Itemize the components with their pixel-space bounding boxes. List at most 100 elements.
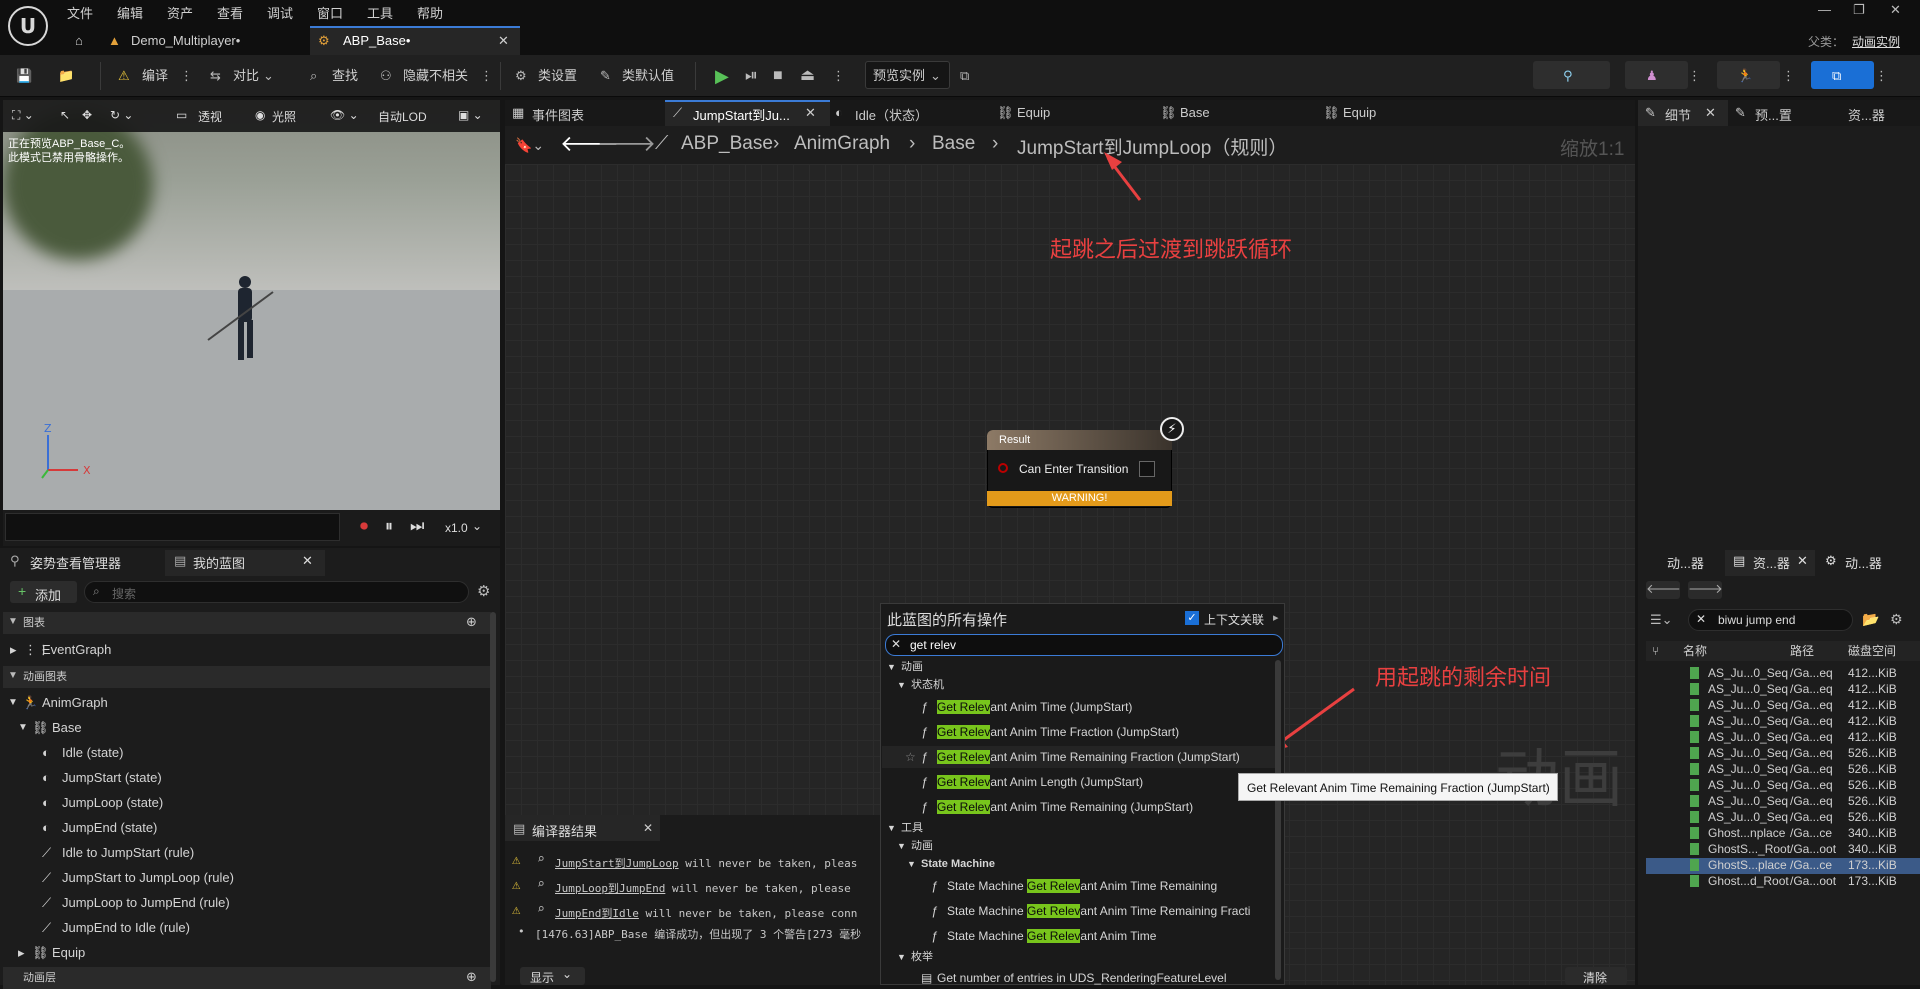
scrollbar[interactable] xyxy=(490,612,496,982)
caret-down-icon[interactable]: ▼ xyxy=(897,947,906,967)
folder-icon[interactable]: 📂 xyxy=(1862,611,1879,628)
chevron-down-icon[interactable]: ⌄ xyxy=(263,65,274,87)
clear-search-icon[interactable]: ✕ xyxy=(891,637,901,651)
maximize-icon[interactable]: ❐ xyxy=(1853,2,1865,18)
menu-assets[interactable]: 资产 xyxy=(167,3,193,22)
breadcrumb-item[interactable]: ABP_Base xyxy=(681,133,773,155)
minimize-icon[interactable]: — xyxy=(1818,2,1831,17)
caret-down-icon[interactable]: ▼ xyxy=(897,675,906,695)
context-sensitive-checkbox[interactable]: ✓ xyxy=(1185,611,1199,625)
class-settings-button[interactable]: 类设置 xyxy=(538,65,577,87)
hide-unrelated-button[interactable]: 隐藏不相关 xyxy=(403,65,468,87)
caret-right-icon[interactable]: ▸ xyxy=(18,943,25,963)
step-forward-icon[interactable]: ⏭ xyxy=(410,518,424,536)
tab-abp-base[interactable]: ABP_Base• xyxy=(343,26,410,55)
action-item[interactable]: State Machine Get Relevant Anim Time xyxy=(947,926,1272,946)
class-defaults-button[interactable]: 类默认值 xyxy=(622,65,674,87)
find-button[interactable]: 查找 xyxy=(332,65,358,87)
select-mode-icon[interactable]: ⛶ ⌄ xyxy=(12,108,34,123)
tab-event-graph[interactable]: 事件图表 xyxy=(532,105,584,124)
asset-row[interactable]: AS_Ju...0_Seq/Ga...eq 412...KiB xyxy=(1646,713,1920,729)
source-icon[interactable]: ⑂ xyxy=(1652,643,1659,659)
action-item[interactable]: Get number of entries in UDS_RenderingFe… xyxy=(937,968,1227,988)
menu-debug[interactable]: 调试 xyxy=(267,3,293,22)
camera-icon[interactable]: ▣ ⌄ xyxy=(458,108,483,122)
category-tools[interactable]: 工具 xyxy=(901,818,923,838)
tab-jumpstart-rule[interactable]: JumpStart到Ju... xyxy=(693,105,790,124)
category-enum[interactable]: 枚举 xyxy=(911,947,933,967)
asset-row[interactable]: AS_Ju...0_Seq/Ga...eq 526...KiB xyxy=(1646,793,1920,809)
search-input[interactable] xyxy=(84,581,469,603)
stop-icon[interactable]: ■ xyxy=(773,65,783,87)
record-icon[interactable]: ⏺ xyxy=(360,518,368,536)
breadcrumb-item[interactable]: AnimGraph xyxy=(794,133,890,155)
asset-row[interactable]: AS_Ju...0_Seq/Ga...eq 526...KiB xyxy=(1646,809,1920,825)
play-icon[interactable]: ▶ xyxy=(715,65,729,87)
tree-state[interactable]: JumpEnd (state) xyxy=(62,818,157,838)
asset-row[interactable]: GhostS..._Root/Ga...oot 340...KiB xyxy=(1646,841,1920,857)
home-icon[interactable]: ⌂ xyxy=(75,26,83,55)
asset-row[interactable]: Ghost...d_Root/Ga...oot 173...KiB xyxy=(1646,873,1920,889)
tree-state[interactable]: JumpLoop (state) xyxy=(62,793,163,813)
lod-button[interactable]: 自动LOD xyxy=(378,108,427,125)
column-name[interactable]: 名称 xyxy=(1683,643,1707,659)
filter-icon[interactable]: ☰⌄ xyxy=(1650,612,1673,628)
compile-icon[interactable]: ⚠ xyxy=(118,65,130,87)
compile-button[interactable]: 编译 xyxy=(142,65,168,87)
column-path[interactable]: 路径 xyxy=(1790,643,1814,659)
eject-icon[interactable]: ⏏ xyxy=(800,65,815,87)
section-anim-graphs[interactable]: 动画图表 xyxy=(3,666,491,688)
add-graph-icon[interactable]: ⊕ xyxy=(466,614,477,630)
action-item[interactable]: State Machine Get Relevant Anim Time Rem… xyxy=(947,901,1272,921)
action-item[interactable]: Get Relevant Anim Time Fraction (JumpSta… xyxy=(937,722,1179,742)
tree-eventgraph[interactable]: EventGraph xyxy=(42,640,111,660)
asset-row[interactable]: AS_Ju...0_Seq/Ga...eq 526...KiB xyxy=(1646,761,1920,777)
debug-object-icon[interactable]: ⧉ xyxy=(960,65,969,87)
tab-anim[interactable]: 动...器 xyxy=(1667,553,1704,572)
menu-file[interactable]: 文件 xyxy=(67,3,93,22)
diff-button[interactable]: 对比 xyxy=(233,65,259,87)
tree-base[interactable]: Base xyxy=(52,718,82,738)
close-tab-icon[interactable]: ✕ xyxy=(302,553,313,569)
menu-help[interactable]: 帮助 xyxy=(417,3,443,22)
asset-row[interactable]: AS_Ju...0_Seq/Ga...eq 412...KiB xyxy=(1646,665,1920,681)
forward-arrow-icon[interactable]: 🡒 xyxy=(597,131,656,157)
menu-window[interactable]: 窗口 xyxy=(317,3,343,22)
more-icon[interactable]: ⋮ xyxy=(480,65,493,87)
tree-rule[interactable]: Idle to JumpStart (rule) xyxy=(62,843,194,863)
tab-assets[interactable]: 资...器 xyxy=(1753,553,1790,572)
pause-icon[interactable]: ⏸ xyxy=(385,518,393,536)
more-icon[interactable]: ⋮ xyxy=(1875,65,1888,87)
asset-row[interactable]: AS_Ju...0_Seq/Ga...eq 526...KiB xyxy=(1646,745,1920,761)
tab-details[interactable]: 细节 xyxy=(1665,105,1691,124)
more-icon[interactable]: ⋮ xyxy=(1688,65,1701,87)
warning-line[interactable]: JumpStart到JumpLoop will never be taken, … xyxy=(555,855,857,871)
caret-right-icon[interactable]: ▸ xyxy=(1273,611,1279,624)
tab-idle-state[interactable]: Idle（状态） xyxy=(855,105,928,124)
clear-search-icon[interactable]: ✕ xyxy=(1696,612,1706,626)
asset-row[interactable]: GhostS...place/Ga...ce 173...KiB xyxy=(1646,857,1920,873)
tree-equip[interactable]: Equip xyxy=(52,943,85,963)
tree-rule[interactable]: JumpStart to JumpLoop (rule) xyxy=(62,868,234,888)
bookmark-icon[interactable]: 🔖⌄ xyxy=(515,137,544,154)
menu-tools[interactable]: 工具 xyxy=(367,3,393,22)
asset-row[interactable]: Ghost...nplace/Ga...ce 340...KiB xyxy=(1646,825,1920,841)
more-icon[interactable]: ⋮ xyxy=(180,65,193,87)
action-item[interactable]: State Machine Get Relevant Anim Time Rem… xyxy=(947,876,1272,896)
caret-down-icon[interactable]: ▼ xyxy=(18,718,28,738)
warning-link[interactable]: JumpEnd到Idle xyxy=(555,907,639,920)
warning-line[interactable]: JumpEnd到Idle will never be taken, please… xyxy=(555,905,857,921)
checkbox[interactable] xyxy=(1139,461,1155,477)
caret-right-icon[interactable]: ▸ xyxy=(10,640,17,660)
bool-pin-icon[interactable] xyxy=(998,463,1008,473)
caret-down-icon[interactable]: ▼ xyxy=(907,854,916,874)
asset-row[interactable]: AS_Ju...0_Seq/Ga...eq 526...KiB xyxy=(1646,777,1920,793)
section-graphs[interactable]: 图表 xyxy=(3,612,491,634)
rotate-icon[interactable]: ↻ ⌄ xyxy=(110,108,133,122)
menu-view[interactable]: 查看 xyxy=(217,3,243,22)
warning-link[interactable]: JumpLoop到JumpEnd xyxy=(555,882,665,895)
perspective-button[interactable]: 透视 xyxy=(198,108,222,125)
find-icon[interactable]: ⌕ xyxy=(537,877,545,892)
tab-asset-browser[interactable]: 资...器 xyxy=(1848,105,1885,124)
menu-edit[interactable]: 编辑 xyxy=(117,3,143,22)
